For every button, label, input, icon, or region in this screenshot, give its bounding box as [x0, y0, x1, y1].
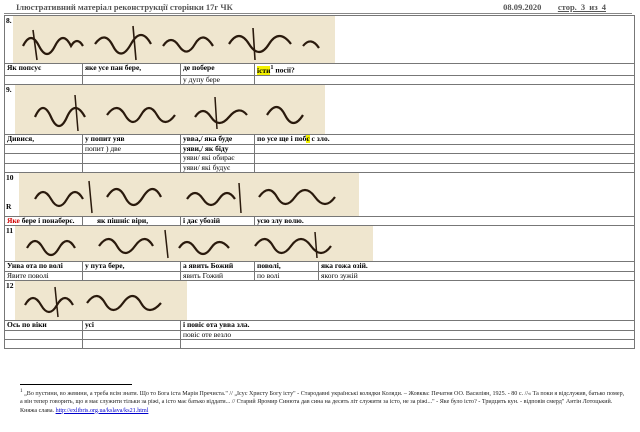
- row-8-number: 8.: [6, 16, 12, 25]
- row-12-variant-cell: повіс оте везло: [179, 329, 636, 340]
- manuscript-scan-11: [15, 226, 373, 261]
- row-9-cell-3: увва,/ яка буде: [180, 134, 255, 145]
- row-9-variant-d: уяви/ які будує: [180, 162, 255, 173]
- row-10-cell-4: усю злу волю.: [253, 215, 636, 227]
- row-11-cell-3: а явить Божий: [180, 261, 255, 272]
- manuscript-scan-10: [19, 173, 359, 216]
- header-date: 08.09.2020: [503, 2, 542, 12]
- row-11-number: 11: [6, 226, 14, 236]
- row-10-marker: R: [6, 201, 12, 211]
- row-10-number: 10: [6, 172, 14, 182]
- row-9-transcription: Дивися, у попит уяв увва,/ яка буде по у…: [4, 134, 636, 145]
- row-8-cell-4: істи1 посії?: [253, 63, 636, 76]
- row-9-variant-2: уяви/ які обирає: [4, 153, 636, 164]
- row-9-variant-a: попит ) две: [82, 143, 181, 155]
- row-10-text-a: бере і понаберє.: [19, 216, 75, 225]
- row-11-transcription: Унва ота по волі у пута бере, а явить Бо…: [4, 261, 636, 272]
- row-9-text-a: по усе ще і поб: [257, 134, 307, 144]
- page-indicator: стор. 3 из 4: [557, 2, 606, 12]
- row-9-image: 9.: [3, 84, 636, 136]
- row-12-cell-1: Ось по віки: [4, 320, 83, 331]
- row-9-cell-2: у попит уяв: [82, 134, 181, 145]
- row-12-image: 12: [3, 280, 636, 322]
- row-12-transcription: Ось по віки усі і повіс ота увва зла.: [4, 320, 636, 331]
- row-8-image: 8.: [3, 15, 636, 64]
- row-10-image: 10 R: [3, 171, 636, 217]
- manuscript-scan-9: [15, 85, 325, 134]
- row-11-cell-4: поволі,: [254, 261, 319, 272]
- row-9-variant-1: попит ) две уяви,/ як біду: [4, 143, 636, 155]
- row-10-cell-2: як пішніс віри,: [82, 215, 181, 227]
- row-10-red-word: Яке: [7, 216, 20, 225]
- manuscript-scan-12: [15, 281, 187, 320]
- row-9-cell-4: по усе ще і побє с зло.: [253, 134, 636, 145]
- row-9-cell-1: Дивися,: [4, 134, 83, 145]
- footnote-link[interactable]: http://exlibris.org.ua/kslava/ks21.html: [56, 408, 149, 414]
- row-11-variant-d: якого зужій: [317, 270, 636, 282]
- row-9-number: 9.: [6, 85, 12, 95]
- row-9-tail: с зло.: [309, 134, 330, 144]
- row-9-variant-3: уяви/ які будує: [4, 162, 636, 173]
- row-11-image: 11: [3, 225, 636, 263]
- row-11-cell-2: у пута бере,: [82, 261, 181, 272]
- row-8-variant-cell: у дупу бере: [180, 74, 255, 86]
- manuscript-scan-8: [13, 16, 335, 63]
- row-11-variant-a: Явите поволі: [4, 270, 83, 282]
- row-10-transcription: Яке бере і понаберє. як пішніс віри, і д…: [4, 215, 636, 227]
- reconstruction-table: 8. Як попсує яке усе пан бере, де побере…: [3, 15, 636, 349]
- row-10-cell-3: і дає убозій: [180, 215, 255, 227]
- table-bottom-row: [4, 338, 636, 349]
- row-11-variant: Явите поволі явить Гожий по волі якого з…: [4, 270, 636, 282]
- row-8-variant: у дупу бере: [4, 74, 636, 86]
- row-12-variant: повіс оте везло: [4, 329, 636, 340]
- row-8-highlight: істи: [257, 65, 271, 75]
- row-11-variant-c: по волі: [254, 270, 319, 282]
- row-11-cell-5: яка гожа озій.: [317, 261, 636, 272]
- footnote: 1 „Во пустини, во жевини, а треба всім з…: [20, 387, 628, 415]
- row-9-variant-b: уяви,/ як біду: [180, 143, 255, 155]
- row-8-cell-1: Як попсує: [4, 63, 83, 76]
- row-12-cell-3: і повіс ота увва зла.: [179, 320, 636, 331]
- row-12-number: 12: [6, 281, 14, 291]
- row-10-cell-1: Яке бере і понаберє.: [4, 215, 83, 227]
- row-8-transcription: Як попсує яке усе пан бере, де побере іс…: [4, 63, 636, 76]
- row-9-variant-c: уяви/ які обирає: [180, 153, 255, 164]
- row-11-cell-1: Унва ота по волі: [4, 261, 83, 272]
- row-8-cell-3: де побере: [180, 63, 255, 76]
- row-12-cell-2: усі: [82, 320, 181, 331]
- row-11-variant-b: явить Гожий: [180, 270, 255, 282]
- row-8-tail: посії?: [273, 65, 295, 75]
- header-rule: [4, 13, 632, 14]
- footnote-separator: [20, 384, 132, 385]
- row-8-cell-2: яке усе пан бере,: [82, 63, 181, 76]
